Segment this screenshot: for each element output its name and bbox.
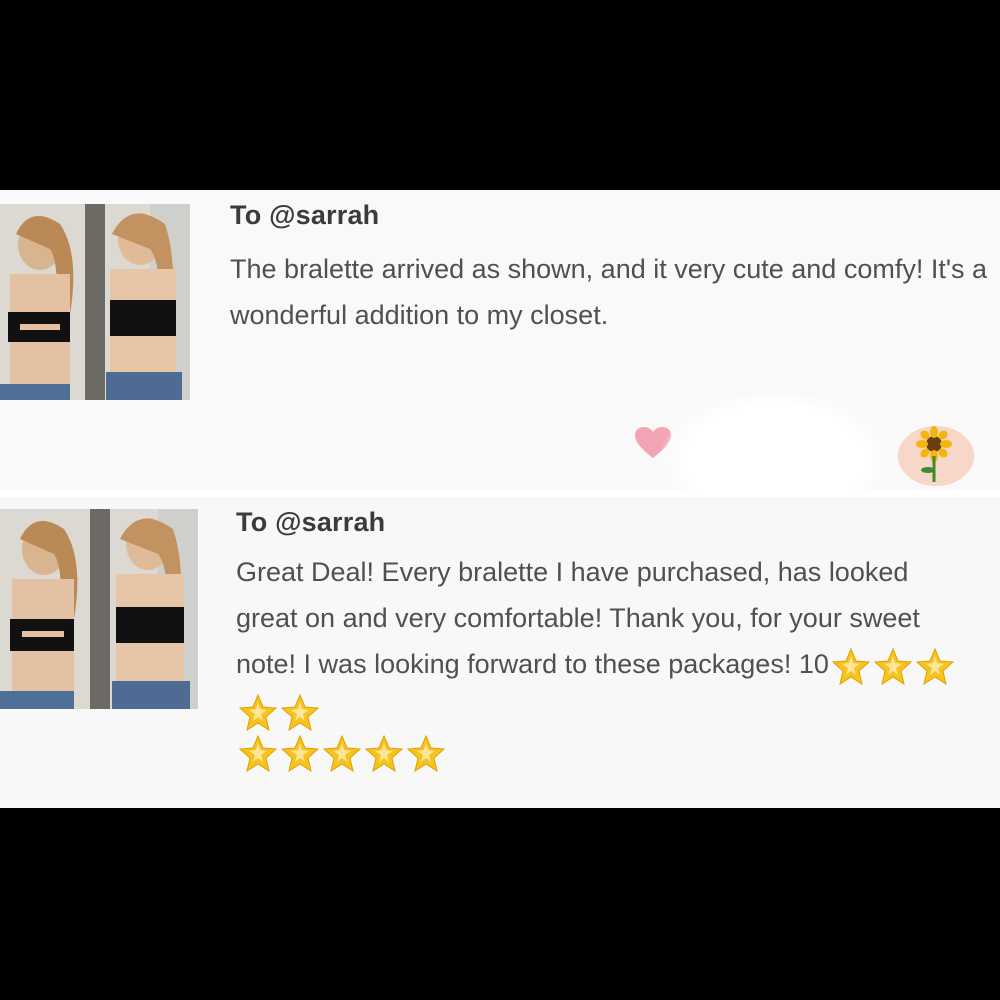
star-icon: [915, 646, 955, 686]
sunflower-avatar[interactable]: [898, 426, 974, 486]
review-recipient: To @sarrah: [236, 507, 386, 537]
reviews-panel: To @sarrah The bralette arrived as shown…: [0, 190, 1000, 808]
review-card: To @sarrah The bralette arrived as shown…: [0, 190, 1000, 530]
star-icon: [406, 733, 446, 773]
review-text: The bralette arrived as shown, and it ve…: [230, 254, 988, 330]
star-icon: [280, 733, 320, 773]
star-icon: [238, 692, 278, 732]
card-divider: [0, 490, 1000, 497]
star-icon: [831, 646, 871, 686]
star-icon: [238, 733, 278, 773]
star-icon: [280, 692, 320, 732]
review-recipient: To @sarrah: [230, 200, 380, 230]
review-text: Great Deal! Every bralette I have purcha…: [236, 549, 956, 733]
review-text-content: Great Deal! Every bralette I have purcha…: [236, 557, 920, 679]
review-card: To @sarrah Great Deal! Every bralette I …: [0, 497, 1000, 808]
product-thumbnail[interactable]: [0, 204, 190, 400]
star-icon: [322, 733, 362, 773]
product-thumbnail[interactable]: [0, 509, 198, 709]
star-icon: [364, 733, 404, 773]
star-icon: [873, 646, 913, 686]
star-rating-row: [236, 733, 446, 773]
